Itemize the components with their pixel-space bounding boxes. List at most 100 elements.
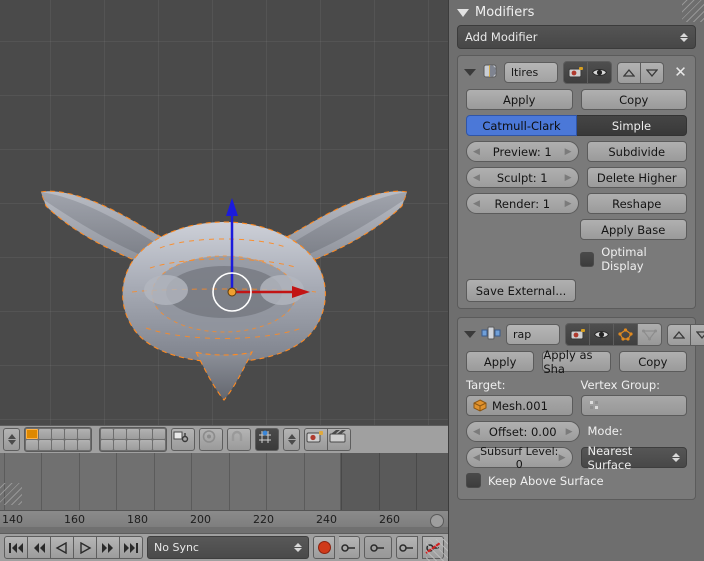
copy-button[interactable]: Copy [580, 89, 687, 110]
render-reshape-row[interactable]: ◀ Render: 1 ▶ Reshape [458, 193, 695, 214]
auto-keying-toggle[interactable] [313, 536, 335, 559]
decrement-arrow-icon[interactable]: ◀ [473, 427, 480, 437]
move-down-button[interactable] [691, 323, 704, 346]
timeline-editor[interactable]: 140 160 180 200 220 240 260 [0, 453, 448, 533]
keying-set-field[interactable] [364, 536, 392, 559]
layer-cell[interactable] [153, 429, 165, 439]
editor-type-selector[interactable] [3, 428, 20, 451]
increment-arrow-icon[interactable]: ▶ [565, 173, 572, 183]
layer-cell[interactable] [65, 429, 77, 439]
apply-base-row[interactable]: Apply Base [458, 219, 695, 240]
modifier-display-toggles[interactable] [563, 61, 612, 84]
target-field[interactable]: Mesh.001 [466, 395, 573, 416]
reshape-button[interactable]: Reshape [586, 193, 687, 214]
delete-higher-button[interactable]: Delete Higher [586, 167, 687, 188]
add-modifier-dropdown[interactable]: Add Modifier [457, 25, 696, 49]
modifier-name-field[interactable]: ltires [504, 62, 558, 83]
modifier-move-buttons[interactable] [617, 61, 664, 84]
3d-viewport[interactable] [0, 0, 448, 425]
layer-cell[interactable] [78, 440, 90, 450]
play-reverse-button[interactable] [51, 536, 74, 559]
collapse-triangle-icon[interactable] [464, 331, 476, 338]
offset-field[interactable]: ◀ Offset: 0.00 ▶ [466, 421, 580, 442]
modifiers-panel-header[interactable]: Modifiers [449, 0, 704, 23]
increment-arrow-icon[interactable]: ▶ [565, 199, 572, 209]
layer-cell[interactable] [65, 440, 77, 450]
keying-set-icon-button[interactable] [339, 536, 360, 559]
increment-arrow-icon[interactable]: ▶ [566, 427, 573, 437]
modifier-display-toggles[interactable] [565, 323, 662, 346]
insert-keyframe-button[interactable] [396, 536, 418, 559]
increment-arrow-icon[interactable]: ▶ [559, 453, 566, 463]
layer-cell[interactable] [39, 440, 51, 450]
layer-cell[interactable] [140, 440, 152, 450]
optimal-display-row[interactable]: Optimal Display [458, 245, 695, 273]
move-down-button[interactable] [641, 61, 664, 84]
timeline-scrollbar-handle[interactable] [430, 514, 444, 528]
layer-cell[interactable] [127, 440, 139, 450]
layer-cell[interactable] [39, 429, 51, 439]
layer-cell[interactable] [26, 429, 38, 439]
modifier-multires[interactable]: ltires ✕ Apply Copy Catmull-Clark Simple… [457, 55, 696, 309]
sync-mode-dropdown[interactable]: No Sync [147, 536, 309, 559]
offset-mode-row[interactable]: ◀ Offset: 0.00 ▶ Mode: [458, 421, 695, 442]
subdivision-type-toggle[interactable]: Catmull-Clark Simple [458, 115, 695, 136]
delete-keyframe-button[interactable] [422, 536, 444, 559]
layer-cell[interactable] [127, 429, 139, 439]
layer-cell[interactable] [101, 440, 113, 450]
subsurf-level-field[interactable]: ◀ Subsurf Level: 0 ▶ [466, 445, 573, 471]
modifier-header[interactable]: rap [458, 318, 704, 351]
subdivision-catmull-clark-button[interactable]: Catmull-Clark [466, 115, 577, 136]
pivot-point-icon[interactable] [199, 428, 223, 451]
move-up-button[interactable] [667, 323, 691, 346]
subdivide-button[interactable]: Subdivide [586, 141, 687, 162]
jump-to-start-button[interactable] [4, 536, 28, 559]
modifier-move-buttons[interactable] [667, 323, 704, 346]
render-shortcut-group[interactable] [304, 428, 351, 451]
viewport-header[interactable] [0, 425, 448, 453]
save-external-button[interactable]: Save External... [466, 279, 576, 302]
layer-cell[interactable] [52, 440, 64, 450]
decrement-arrow-icon[interactable]: ◀ [473, 453, 480, 463]
keep-above-surface-checkbox[interactable] [466, 473, 481, 488]
modifier-apply-row[interactable]: Apply Copy [458, 89, 695, 110]
layer-cell[interactable] [26, 440, 38, 450]
timeline-footer[interactable]: No Sync [0, 533, 448, 561]
jump-to-next-keyframe-button[interactable] [97, 536, 120, 559]
increment-arrow-icon[interactable]: ▶ [565, 147, 572, 157]
layer-cell[interactable] [114, 429, 126, 439]
layer-cell[interactable] [52, 429, 64, 439]
snap-magnet-icon[interactable] [227, 428, 251, 451]
layer-cell[interactable] [101, 429, 113, 439]
layer-cell[interactable] [78, 429, 90, 439]
transform-orientation-icon[interactable] [171, 428, 195, 451]
properties-panel[interactable]: Modifiers Add Modifier ltires ✕ Apply Co… [448, 0, 704, 561]
modifier-shrinkwrap[interactable]: rap Apply Apply as Sha Copy Target: Vert… [457, 317, 704, 500]
snap-target-icon[interactable] [255, 428, 279, 451]
modifier-header[interactable]: ltires ✕ [458, 56, 695, 89]
render-toggle-icon[interactable] [563, 61, 588, 84]
mode-dropdown[interactable]: Nearest Surface [580, 444, 687, 472]
apply-base-button[interactable]: Apply Base [579, 219, 687, 240]
render-level-field[interactable]: ◀ Render: 1 ▶ [466, 193, 579, 214]
decrement-arrow-icon[interactable]: ◀ [473, 147, 480, 157]
scene-layers-group-2[interactable] [99, 427, 167, 452]
render-toggle-icon[interactable] [565, 323, 590, 346]
apply-button[interactable]: Apply [466, 351, 535, 372]
subsurf-mode-row[interactable]: ◀ Subsurf Level: 0 ▶ Nearest Surface [458, 444, 695, 472]
sculpt-level-field[interactable]: ◀ Sculpt: 1 ▶ [466, 167, 579, 188]
jump-to-prev-keyframe-button[interactable] [28, 536, 51, 559]
layer-cell[interactable] [114, 440, 126, 450]
oncage-toggle-icon[interactable] [638, 323, 662, 346]
sculpt-deletehigher-row[interactable]: ◀ Sculpt: 1 ▶ Delete Higher [458, 167, 695, 188]
realtime-toggle-icon[interactable] [590, 323, 614, 346]
vertex-group-field[interactable] [580, 395, 687, 416]
snap-mode-dropdown[interactable] [283, 428, 300, 451]
collapse-triangle-icon[interactable] [457, 8, 469, 17]
modifier-name-field[interactable]: rap [506, 324, 560, 345]
editmode-toggle-icon[interactable] [614, 323, 638, 346]
scene-layers-group-1[interactable] [24, 427, 92, 452]
apply-button[interactable]: Apply [466, 89, 573, 110]
render-image-icon[interactable] [304, 428, 328, 451]
render-animation-icon[interactable] [328, 428, 351, 451]
